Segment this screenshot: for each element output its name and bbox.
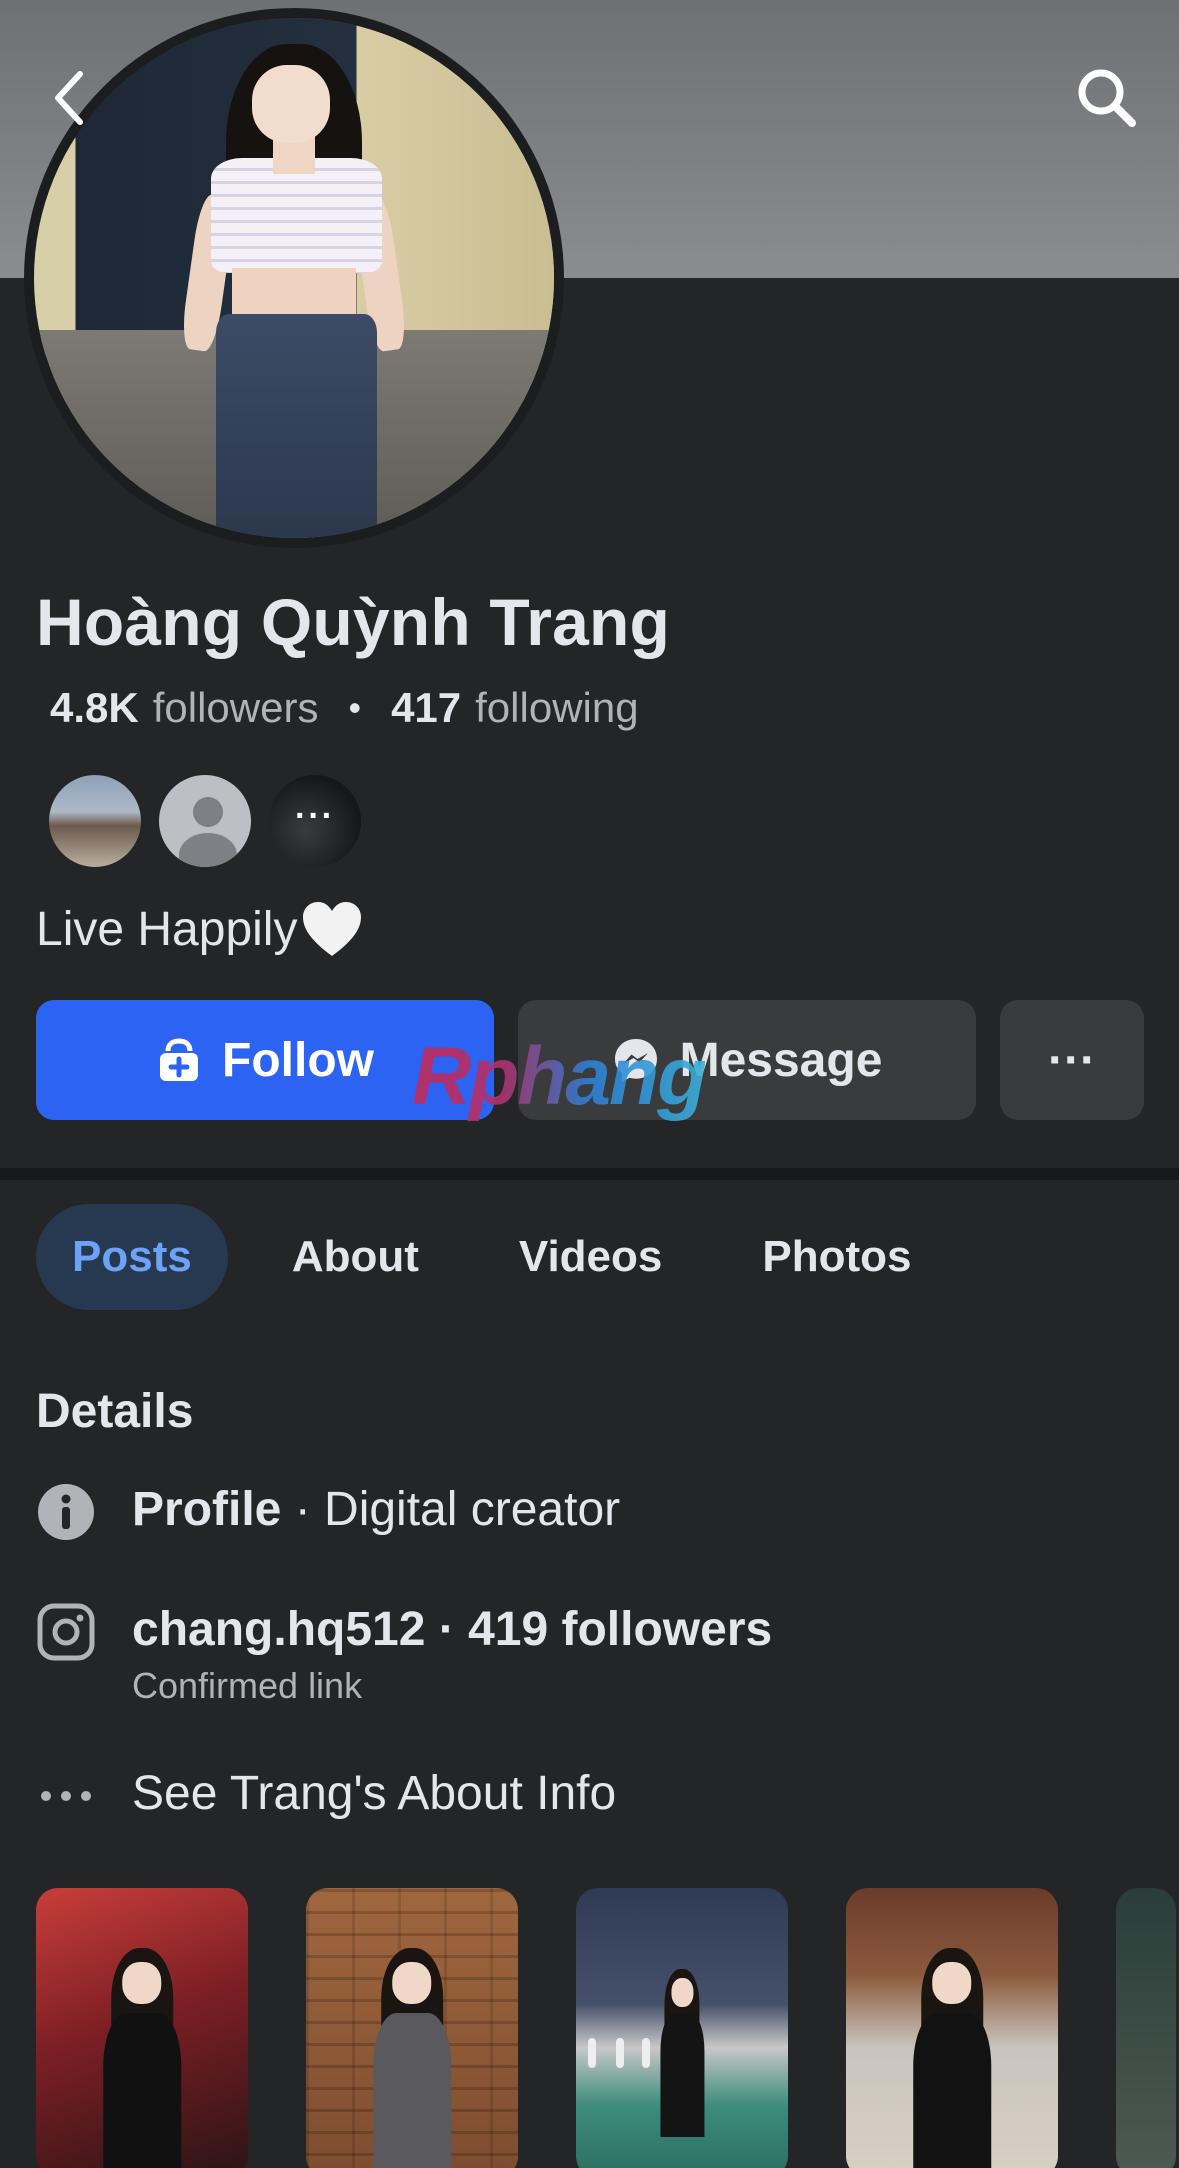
more-dots: ···	[295, 797, 335, 835]
profile-tabs: Posts About Videos Photos	[36, 1204, 975, 1310]
detail-profile-type: Profile · Digital creator	[36, 1482, 620, 1542]
mutual-avatar-placeholder[interactable]	[156, 772, 254, 870]
tab-about[interactable]: About	[256, 1204, 455, 1310]
watermark-logo: Rphang	[412, 1031, 707, 1122]
followers-count[interactable]: 4.8K	[50, 684, 139, 732]
profile-name: Hoàng Quỳnh Trang	[36, 585, 671, 659]
tab-photos[interactable]: Photos	[726, 1204, 947, 1310]
info-icon	[36, 1482, 96, 1542]
search-button[interactable]	[1071, 62, 1143, 134]
profile-page: Hoàng Quỳnh Trang 4.8K followers • 417 f…	[0, 0, 1179, 2168]
featured-photo[interactable]	[36, 1888, 248, 2168]
message-label: Message	[679, 1033, 883, 1087]
mutual-avatar[interactable]	[46, 772, 144, 870]
followers-label[interactable]: followers	[153, 684, 319, 732]
follow-label: Follow	[222, 1033, 374, 1087]
featured-photo-partial[interactable]	[1116, 1888, 1176, 2168]
more-horizontal-icon	[36, 1766, 96, 1826]
see-about-info-link[interactable]: See Trang's About Info	[36, 1766, 616, 1826]
back-button[interactable]	[34, 62, 106, 134]
instagram-icon	[36, 1602, 96, 1662]
details-heading: Details	[36, 1385, 194, 1438]
white-heart-icon	[303, 902, 362, 956]
mutual-followers: ···	[46, 772, 376, 872]
tab-posts[interactable]: Posts	[36, 1204, 228, 1310]
following-label[interactable]: following	[475, 684, 638, 732]
stats-separator: •	[348, 687, 362, 728]
confirmed-link-label: Confirmed link	[132, 1665, 363, 1706]
featured-photos	[36, 1888, 1176, 2168]
about-info-label: See Trang's About Info	[132, 1767, 617, 1820]
featured-photo[interactable]	[306, 1888, 518, 2168]
follow-stats: 4.8K followers • 417 following	[50, 684, 639, 732]
profile-label: Profile	[132, 1483, 282, 1536]
mutual-more-button[interactable]: ···	[266, 772, 364, 870]
more-options-button[interactable]: ···	[1000, 1000, 1144, 1120]
bio-text: Live Happily	[36, 902, 298, 956]
tab-videos[interactable]: Videos	[483, 1204, 698, 1310]
section-divider	[0, 1168, 1179, 1180]
chevron-left-icon	[55, 71, 83, 125]
profile-bio: Live Happily	[36, 900, 363, 958]
follow-icon	[156, 1037, 202, 1083]
avatar-photo	[34, 18, 554, 538]
instagram-handle[interactable]: chang.hq512 · 419 followers	[132, 1602, 772, 1657]
profile-category: · Digital creator	[281, 1483, 621, 1536]
featured-photo[interactable]	[576, 1888, 788, 2168]
following-count[interactable]: 417	[391, 684, 461, 732]
detail-instagram[interactable]: chang.hq512 · 419 followers Confirmed li…	[36, 1602, 772, 1707]
more-options-label: ···	[1048, 1033, 1096, 1087]
search-icon	[1078, 69, 1136, 127]
featured-photo[interactable]	[846, 1888, 1058, 2168]
